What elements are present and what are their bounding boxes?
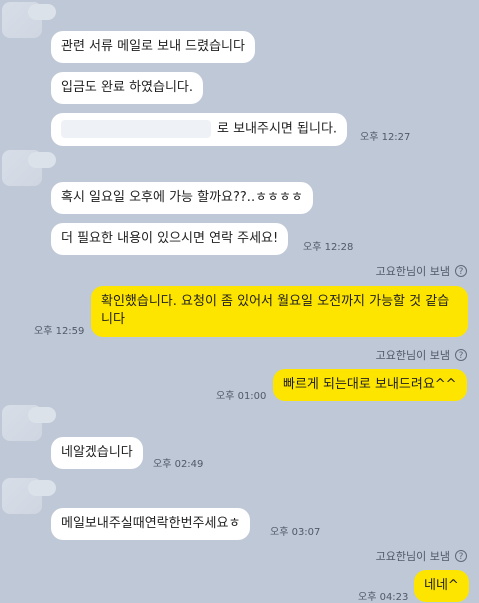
message-time: 오후 02:49 <box>153 459 204 470</box>
message-text: 입금도 완료 하였습니다. <box>61 80 193 95</box>
message-time: 오후 03:07 <box>270 527 321 538</box>
help-icon[interactable]: ? <box>455 265 467 277</box>
sent-by-label: 고요한님이 보냄 <box>375 550 450 563</box>
chat-window: 관련 서류 메일로 보내 드렸습니다 입금도 완료 하였습니다. 로 보내주시면… <box>0 0 479 603</box>
message-time: 오후 04:23 <box>358 592 409 603</box>
contact-avatar[interactable] <box>2 150 56 186</box>
message-bubble-outgoing: 네네^ <box>414 570 469 602</box>
message-text: 네알겠습니다 <box>61 445 133 460</box>
message-text: 로 보내주시면 됩니다. <box>217 121 338 137</box>
message-text: 확인했습니다. 요청이 좀 있어서 월요일 오전까지 가능할 것 같습니다 <box>101 294 450 327</box>
help-icon[interactable]: ? <box>455 550 467 562</box>
message-bubble-incoming: 로 보내주시면 됩니다. <box>51 113 348 146</box>
sent-by-label: 고요한님이 보냄 <box>375 349 450 362</box>
message-time: 오후 12:59 <box>34 326 85 337</box>
message-text: 메일보내주실때연락한번주세요ㅎ <box>61 516 241 531</box>
message-bubble-incoming: 혹시 일요일 오후에 가능 할까요??..ㅎㅎㅎㅎ <box>51 182 313 214</box>
message-bubble-incoming: 메일보내주실때연락한번주세요ㅎ <box>51 508 251 540</box>
contact-avatar[interactable] <box>2 405 56 441</box>
message-bubble-outgoing: 빠르게 되는대로 보내드려요^^ <box>273 369 467 401</box>
message-bubble-incoming: 더 필요한 내용이 있으시면 연락 주세요! <box>51 223 289 255</box>
sent-by-indicator: 고요한님이 보냄 ? <box>376 548 467 564</box>
contact-avatar[interactable] <box>2 478 56 514</box>
help-icon[interactable]: ? <box>455 349 467 361</box>
message-text: 더 필요한 내용이 있으시면 연락 주세요! <box>61 231 279 246</box>
redacted-text <box>61 120 211 138</box>
message-text: 혹시 일요일 오후에 가능 할까요??..ㅎㅎㅎㅎ <box>61 190 303 205</box>
message-bubble-incoming: 입금도 완료 하였습니다. <box>51 72 203 104</box>
message-text: 빠르게 되는대로 보내드려요^^ <box>283 377 457 392</box>
sent-by-label: 고요한님이 보냄 <box>375 265 450 278</box>
sent-by-indicator: 고요한님이 보냄 ? <box>376 263 467 279</box>
message-text: 네네^ <box>424 578 459 593</box>
message-time: 오후 12:27 <box>360 132 411 143</box>
message-time: 오후 12:28 <box>303 242 354 253</box>
message-bubble-outgoing: 확인했습니다. 요청이 좀 있어서 월요일 오전까지 가능할 것 같습니다 <box>91 286 468 337</box>
message-time: 오후 01:00 <box>216 391 267 402</box>
sent-by-indicator: 고요한님이 보냄 ? <box>376 347 467 363</box>
contact-avatar[interactable] <box>2 2 56 38</box>
message-text: 관련 서류 메일로 보내 드렸습니다 <box>61 39 245 54</box>
message-bubble-incoming: 관련 서류 메일로 보내 드렸습니다 <box>51 31 255 63</box>
message-bubble-incoming: 네알겠습니다 <box>51 437 143 469</box>
